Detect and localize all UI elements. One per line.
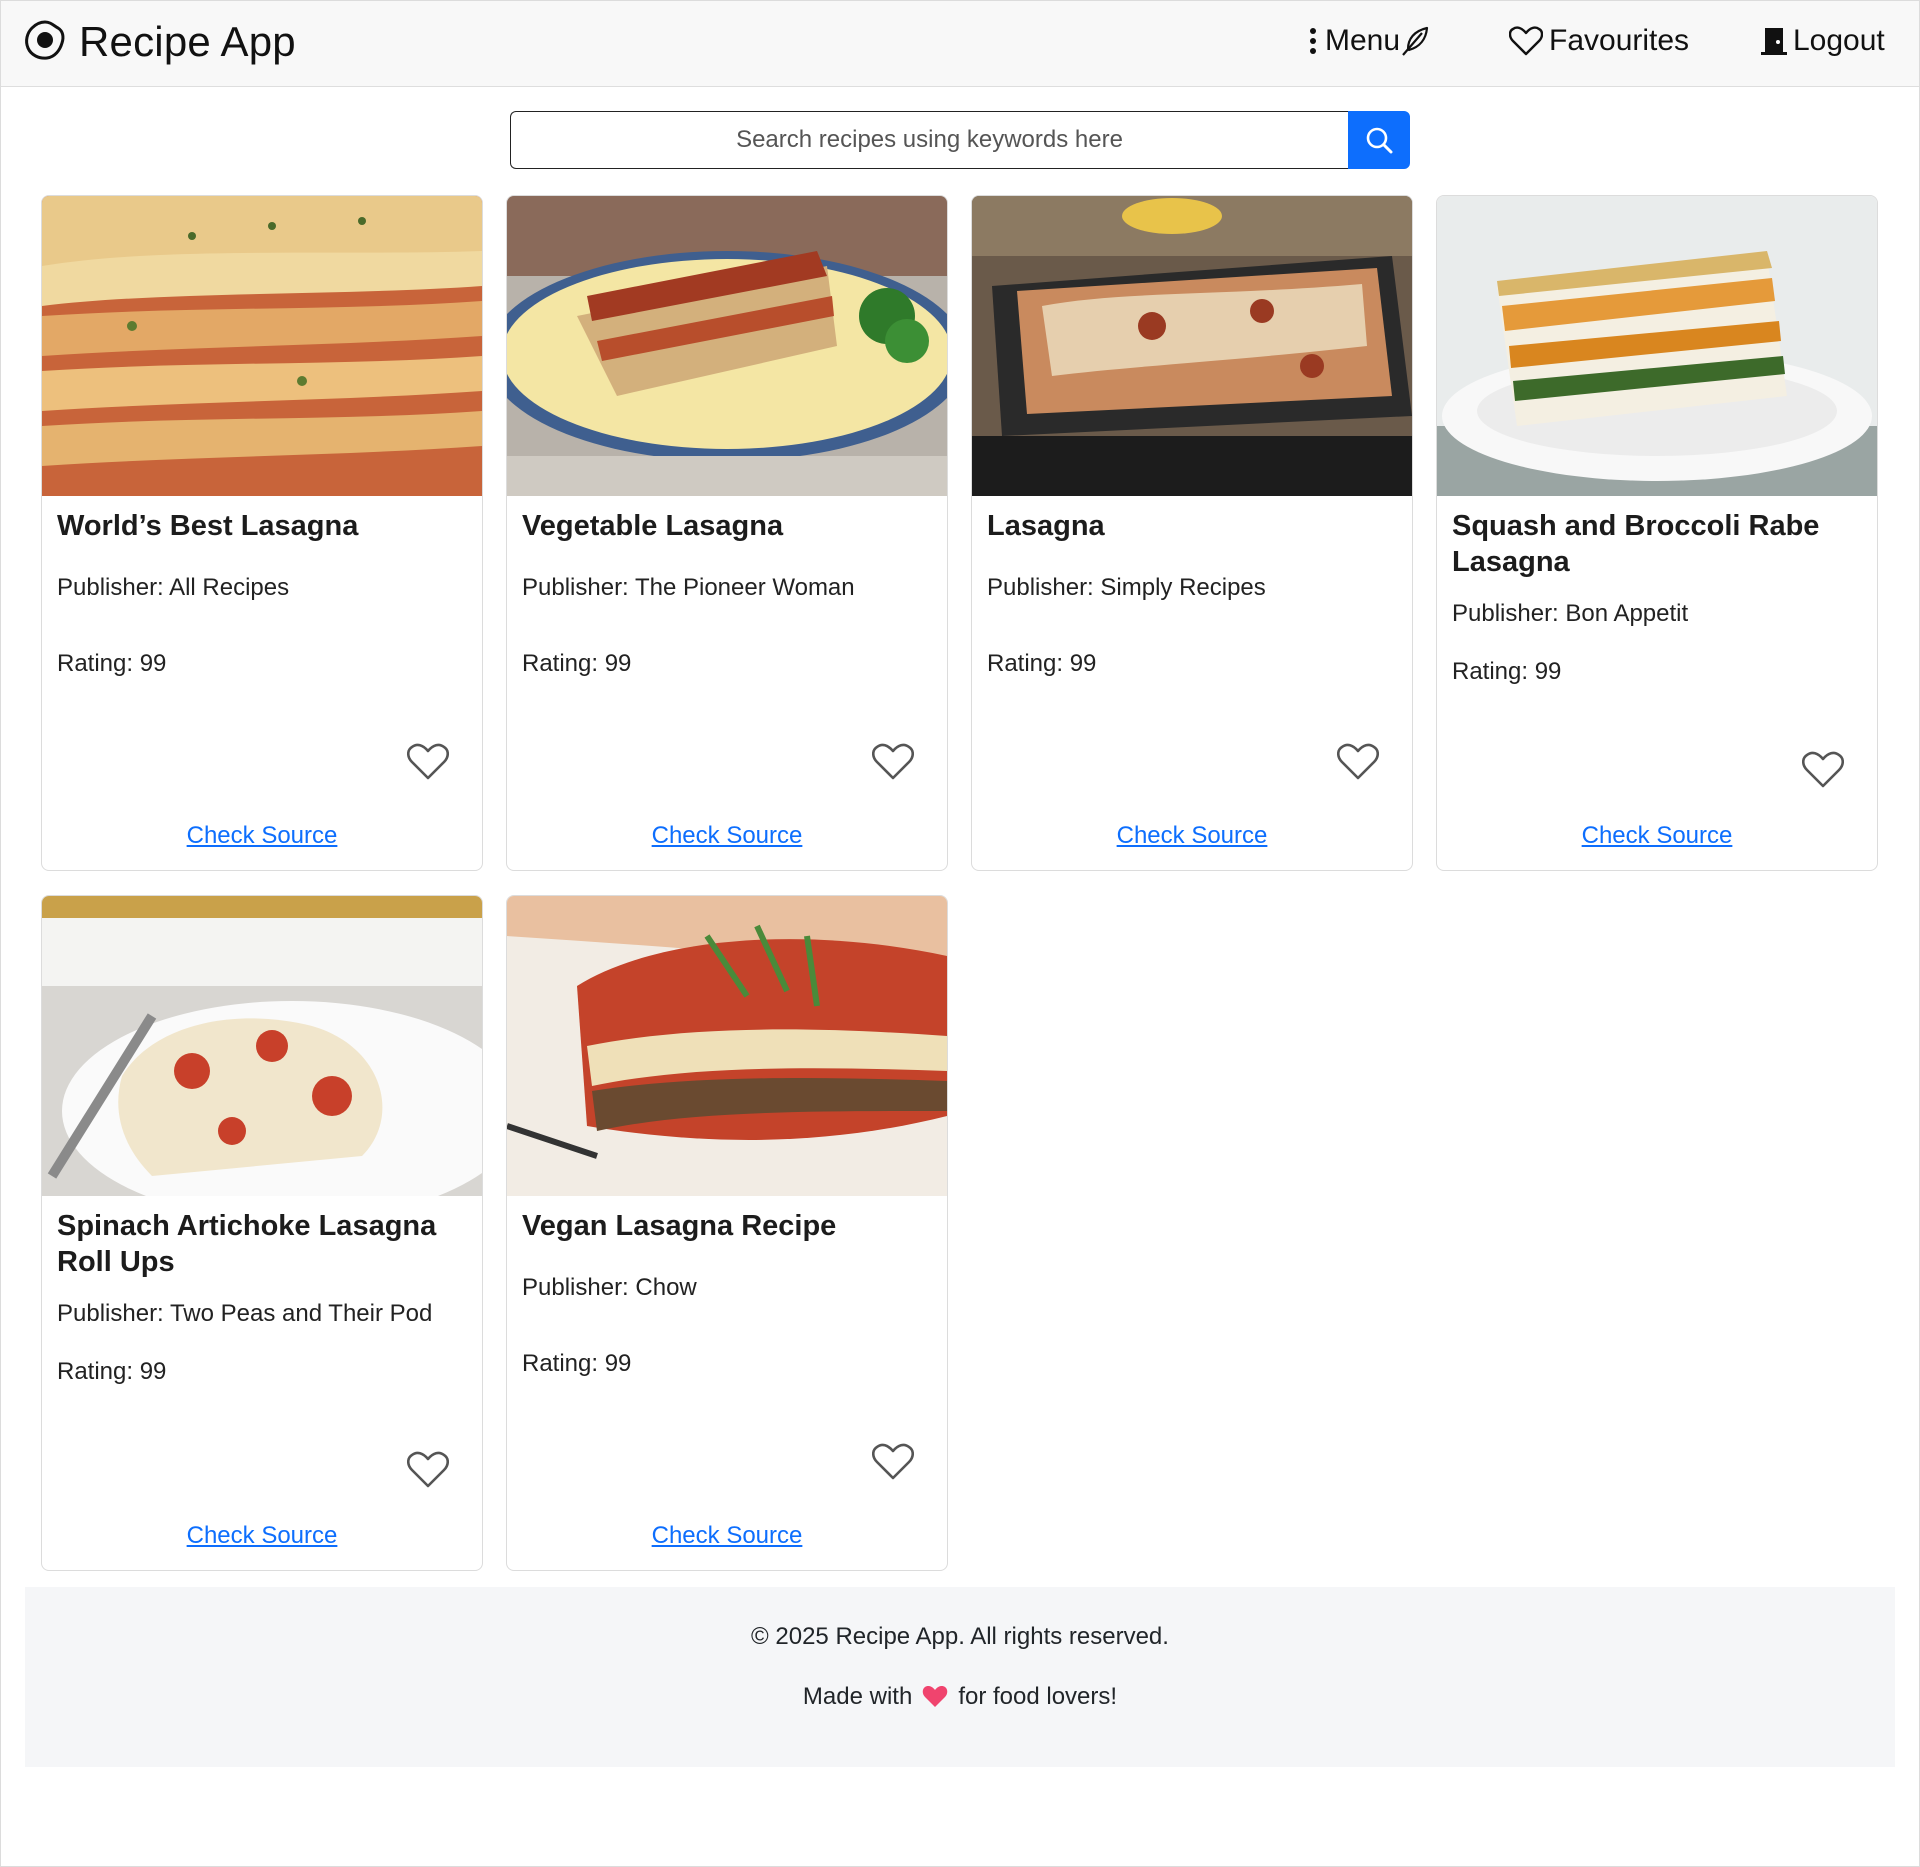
recipe-image[interactable] (42, 896, 482, 1196)
recipe-card: Vegan Lasagna Recipe Publisher: Chow Rat… (506, 895, 948, 1571)
recipe-title: Squash and Broccoli Rabe Lasagna (1452, 510, 1820, 578)
recipe-card: Lasagna Publisher: Simply Recipes Rating… (971, 195, 1413, 871)
footer-food-lovers: for food lovers! (958, 1683, 1118, 1710)
recipe-publisher: Publisher: Chow (522, 1274, 697, 1301)
search-button[interactable] (1348, 111, 1410, 169)
favourite-button[interactable] (1336, 743, 1380, 781)
heart-outline-icon (1801, 751, 1845, 788)
recipe-title: World’s Best Lasagna (57, 510, 359, 542)
nav-favourites-label: Favourites (1549, 24, 1690, 57)
footer-made-with: Made with (802, 1683, 913, 1710)
search-input[interactable] (510, 111, 1348, 169)
recipe-title: Vegan Lasagna Recipe (522, 1210, 837, 1242)
recipe-title: Vegetable Lasagna (522, 510, 784, 542)
footer-copyright: © 2025 Recipe App. All rights reserved. (751, 1623, 1169, 1650)
recipe-image[interactable] (507, 896, 947, 1196)
recipe-publisher: Publisher: Bon Appetit (1452, 600, 1689, 627)
heart-outline-icon (406, 1451, 450, 1488)
heart-outline-icon (1336, 743, 1380, 780)
check-source-link[interactable]: Check Source (1437, 822, 1877, 850)
nav-menu-button[interactable]: Menu (1307, 19, 1430, 63)
search-bar (510, 111, 1410, 169)
nav-menu-label: Menu (1325, 24, 1401, 57)
check-source-link[interactable]: Check Source (507, 822, 947, 850)
recipe-title: Lasagna (987, 510, 1105, 542)
recipe-image[interactable] (972, 196, 1412, 496)
favourite-button[interactable] (406, 1451, 450, 1489)
search-icon (1366, 127, 1393, 154)
recipe-rating: Rating: 99 (1452, 658, 1562, 685)
check-source-link[interactable]: Check Source (972, 822, 1412, 850)
nav-favourites-link[interactable]: Favourites (1509, 19, 1689, 63)
brand[interactable]: Recipe App (23, 15, 296, 69)
kebab-menu-icon (1310, 28, 1316, 54)
recipe-publisher: Publisher: Two Peas and Their Pod (57, 1300, 433, 1327)
recipe-card: World’s Best Lasagna Publisher: All Reci… (41, 195, 483, 871)
heart-outline-icon (871, 743, 915, 780)
recipe-rating: Rating: 99 (57, 650, 167, 677)
check-source-link[interactable]: Check Source (42, 822, 482, 850)
check-source-link[interactable]: Check Source (507, 1522, 947, 1550)
heart-outline-icon (871, 1443, 915, 1480)
nav-logout-label: Logout (1793, 24, 1885, 57)
recipe-image[interactable] (42, 196, 482, 496)
check-source-link[interactable]: Check Source (42, 1522, 482, 1550)
door-icon (1761, 28, 1787, 55)
recipe-card: Spinach Artichoke Lasagna Roll Ups Publi… (41, 895, 483, 1571)
heart-outline-icon (406, 743, 450, 780)
recipe-image[interactable] (1437, 196, 1877, 496)
recipe-publisher: Publisher: Simply Recipes (987, 574, 1266, 601)
recipe-rating: Rating: 99 (522, 1350, 632, 1377)
recipe-card: Squash and Broccoli Rabe Lasagna Publish… (1436, 195, 1878, 871)
app-title: Recipe App (79, 18, 296, 65)
recipe-image[interactable] (507, 196, 947, 496)
recipe-rating: Rating: 99 (57, 1358, 167, 1385)
footer-tagline: Made with for food lovers! (25, 1683, 1895, 1711)
recipe-publisher: Publisher: The Pioneer Woman (522, 574, 855, 601)
feather-icon (1402, 26, 1429, 56)
recipe-card: Vegetable Lasagna Publisher: The Pioneer… (506, 195, 948, 871)
heart-outline-icon (1509, 26, 1543, 56)
favourite-button[interactable] (871, 1443, 915, 1481)
recipe-publisher: Publisher: All Recipes (57, 574, 290, 601)
favourite-button[interactable] (1801, 751, 1845, 789)
favourite-button[interactable] (406, 743, 450, 781)
heart-filled-icon (923, 1686, 948, 1707)
favourite-button[interactable] (871, 743, 915, 781)
recipe-rating: Rating: 99 (522, 650, 632, 677)
recipe-title: Spinach Artichoke Lasagna Roll Ups (57, 1210, 437, 1278)
nav-logout-link[interactable]: Logout (1761, 19, 1885, 63)
navbar: Recipe App Menu Favourites Logout (1, 1, 1919, 87)
recipe-rating: Rating: 99 (987, 650, 1097, 677)
egg-logo-icon (23, 18, 67, 67)
footer: © 2025 Recipe App. All rights reserved. … (25, 1587, 1895, 1767)
